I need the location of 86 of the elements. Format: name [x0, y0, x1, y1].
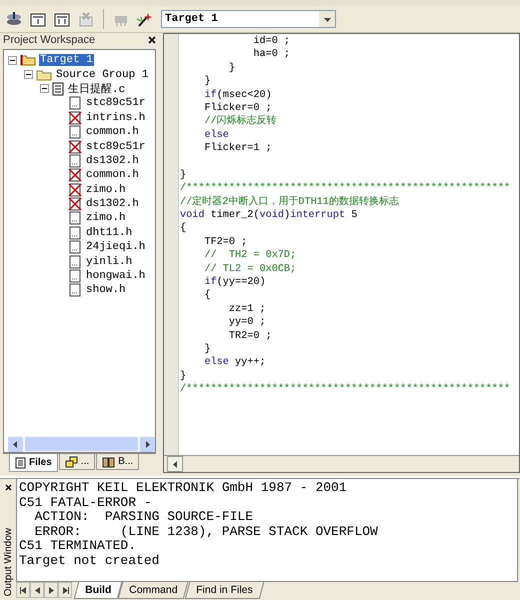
code-line: if(msec<20)	[203, 88, 273, 102]
panel-title: Output Window	[2, 528, 14, 596]
code-line: ha=0 ;	[252, 48, 292, 62]
output-line: COPYRIGHT KEIL ELEKTRONIK GmbH 1987 - 2001	[19, 481, 348, 496]
code-line: }	[203, 75, 212, 89]
code-line: // TH2 = 0x7D;	[203, 249, 298, 263]
output-tab[interactable]: Build	[74, 582, 123, 599]
code-line: }	[203, 342, 212, 356]
code-line: if(yy==20)	[203, 276, 267, 290]
stacked-disks-icon	[6, 11, 22, 27]
code-line: {	[203, 289, 212, 303]
crossed-page-icon	[78, 11, 94, 27]
collapse-icon[interactable]	[8, 56, 17, 65]
tree-item[interactable]: ds1302.h	[85, 154, 140, 167]
panel-tab[interactable]: ...	[58, 454, 96, 470]
output-line: C51 FATAL-ERROR -	[19, 496, 153, 510]
code-line: id=0 ;	[252, 35, 292, 48]
code-line: yy=0 ;	[228, 316, 267, 330]
tree-item[interactable]: 生日提醒.c	[67, 81, 126, 96]
scroll-left-icon	[12, 440, 19, 448]
target-select[interactable]: Target 1	[161, 10, 336, 28]
tree-item[interactable]: stc89c51r	[85, 97, 146, 110]
output-tab[interactable]: Find in Files	[184, 582, 264, 599]
books-icon	[102, 456, 116, 468]
code-line: }	[180, 168, 188, 182]
panel-title: Project Workspace	[3, 34, 96, 46]
tab-nav-button[interactable]	[44, 582, 58, 598]
code-line: // TL2 = 0x0CB;	[203, 262, 298, 276]
tree-item[interactable]: intrins.h	[85, 112, 146, 124]
horizontal-scrollbar[interactable]	[8, 436, 155, 452]
magic-wand-icon	[136, 11, 154, 27]
code-line: zz=1 ;	[228, 302, 267, 316]
tree-item[interactable]: zimo.h	[85, 212, 127, 224]
code-line: TR2=0 ;	[228, 330, 273, 343]
tree-item[interactable]: hongwai.h	[85, 270, 146, 282]
output-line: Target not created	[19, 554, 160, 568]
collapse-icon[interactable]	[40, 84, 49, 94]
tree-item[interactable]: dht11.h	[85, 226, 134, 239]
tab-nav-arrow-icon	[62, 586, 68, 594]
code-line: Flicker=1 ;	[203, 142, 273, 156]
document-icon	[15, 456, 26, 468]
dropdown-caret-icon	[324, 16, 330, 22]
tree-item[interactable]: yinli.h	[85, 256, 134, 268]
collapse-icon[interactable]	[24, 70, 33, 80]
tree-item[interactable]: show.h	[85, 284, 127, 296]
code-line: else	[203, 128, 230, 142]
tree-item[interactable]: ds1302.h	[85, 198, 140, 210]
grid-page-icon	[30, 11, 46, 27]
tree-item[interactable]: common.h	[85, 126, 140, 138]
stacked-squares-icon	[64, 456, 78, 468]
close-icon	[4, 484, 12, 491]
close-icon	[148, 36, 156, 44]
tab-nav-button[interactable]	[30, 582, 44, 598]
scroll-right-icon	[144, 440, 151, 448]
tab-nav-button[interactable]	[58, 582, 72, 598]
panel-tab[interactable]: B...	[96, 454, 140, 470]
tree-item[interactable]: Target 1	[39, 54, 94, 66]
panel-tab[interactable]: Files	[9, 454, 58, 472]
output-line: ERROR: (LINE 1238), PARSE STACK OVERFLOW	[34, 524, 379, 539]
tree-item[interactable]: common.h	[85, 169, 140, 182]
code-line: Flicker=0 ;	[203, 102, 273, 114]
code-line: /*****************************************************	[180, 383, 512, 397]
source-file-icon	[52, 82, 64, 96]
tree-item[interactable]: 24jieqi.h	[85, 241, 146, 254]
tree-item[interactable]: stc89c51r	[85, 140, 146, 153]
code-line: //闪烁标志反转	[203, 115, 278, 129]
scroll-left-button[interactable]	[167, 456, 183, 472]
output-tab[interactable]: Command	[118, 582, 189, 599]
grid-page-icon	[54, 11, 70, 27]
code-line: /*****************************************************	[180, 182, 512, 196]
code-line: else yy++;	[203, 356, 267, 370]
tree-item[interactable]: Source Group 1	[55, 68, 150, 81]
output-line: C51 TERMINATED.	[19, 539, 138, 554]
tree-item[interactable]: zimo.h	[85, 184, 127, 196]
code-line: }	[180, 370, 188, 384]
code-line: void timer_2(void)interrupt 5	[180, 209, 358, 222]
code-line: TF2=0 ;	[203, 236, 248, 250]
tab-nav-arrow-icon	[20, 586, 26, 594]
tab-nav-button[interactable]	[16, 582, 30, 598]
scroll-left-icon	[172, 460, 178, 468]
code-line: {	[180, 222, 188, 236]
target-folder-icon	[20, 54, 36, 66]
output-line: ACTION: PARSING SOURCE-FILE	[34, 510, 254, 524]
code-line: //定时器2中断入口，用于DTH11的数据转换标志	[180, 196, 400, 210]
code-line: }	[228, 62, 236, 76]
folder-icon	[36, 68, 52, 81]
